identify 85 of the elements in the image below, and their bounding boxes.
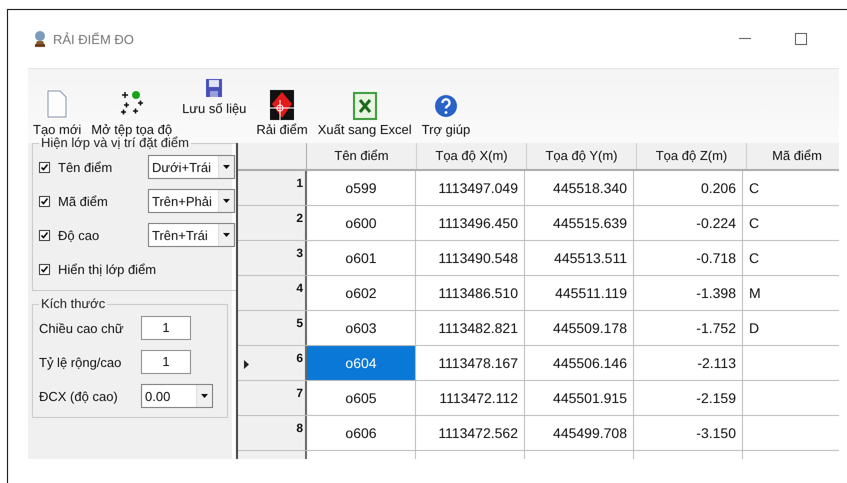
table-cell: 0.206 [634, 171, 743, 205]
table-cell: 1113478.167 [416, 346, 525, 380]
table-cell: 445511.119 [525, 276, 634, 310]
table-cell: o599 [307, 171, 416, 205]
table-cell: C [743, 241, 839, 275]
position-dropdown[interactable]: Dưới+Trái [148, 155, 235, 179]
table-cell: 445518.340 [525, 171, 634, 205]
table-cell: D [743, 311, 839, 345]
table-cell: -0.224 [634, 206, 743, 240]
minimize-icon[interactable] [739, 38, 751, 40]
checkbox[interactable] [39, 230, 50, 240]
position-dropdown[interactable]: Trên+Trái [148, 223, 235, 247]
table-cell: o600 [307, 206, 416, 240]
checkbox-label: Độ cao [58, 228, 100, 242]
table-cell: o603 [307, 311, 416, 345]
table-cell: 445506.146 [525, 346, 634, 380]
table-cell: -0.718 [634, 241, 743, 275]
row-header[interactable]: 7 [238, 381, 307, 415]
checkbox[interactable] [39, 264, 50, 274]
table-cell: -2.113 [634, 346, 743, 380]
group-title: Hiện lớp và vị trí đặt điểm [41, 136, 190, 150]
table-cell: 1113486.510 [416, 276, 525, 310]
input-field[interactable]: 1 [141, 350, 191, 374]
table-cell: 445513.511 [525, 241, 634, 275]
target-icon [270, 90, 294, 120]
table-cell: 1113497.049 [416, 171, 525, 205]
table-cell: o604 [307, 346, 416, 380]
column-header[interactable]: Tọa độ X(m) [417, 143, 527, 169]
maximize-icon[interactable] [795, 33, 807, 45]
row-header[interactable]: 2 [238, 206, 307, 240]
table-cell: C [743, 171, 839, 205]
help-icon [434, 94, 458, 120]
app-globe-icon [33, 30, 47, 48]
table-cell: 445499.708 [525, 416, 634, 450]
table-cell: C [743, 206, 839, 240]
field-label: Tỷ lệ rộng/cao [39, 354, 122, 370]
table-cell: 1113496.450 [416, 206, 525, 240]
window-title: RẢI ĐIỂM ĐO [53, 32, 134, 46]
row-header[interactable]: 4 [238, 276, 307, 310]
row-header[interactable]: 6 [238, 346, 307, 380]
table-cell: 445515.639 [525, 206, 634, 240]
document-icon [47, 90, 68, 118]
checkbox-label: Hiển thị lớp điểm [58, 262, 156, 276]
checkbox-label: Tên điểm [58, 160, 114, 174]
dropdown-arrow-icon [223, 233, 230, 237]
table-cell: o602 [307, 276, 416, 310]
group-title: Kích thước [40, 297, 106, 311]
toolbar-button[interactable]: Rải điểm [251, 69, 313, 143]
height-dropdown[interactable]: 0.00 [141, 384, 213, 408]
dropdown-arrow-icon [201, 394, 208, 398]
column-header[interactable]: Tên điểm [307, 143, 417, 169]
table-cell: 445509.178 [525, 311, 634, 345]
row-header[interactable]: 8 [238, 416, 307, 450]
table-cell: 1113482.821 [416, 311, 525, 345]
table-cell: -3.150 [634, 416, 743, 450]
table-cell: 445501.915 [525, 381, 634, 415]
row-header[interactable]: 5 [238, 311, 307, 345]
checkbox[interactable] [39, 196, 50, 206]
toolbar-button[interactable]: Trợ giúp [416, 69, 476, 143]
toolbar-button[interactable]: Xuất sang Excel [312, 69, 417, 143]
field-label: Chiều cao chữ [39, 320, 125, 336]
column-header[interactable]: Mã điểm [747, 143, 839, 169]
table-cell: 1113490.548 [416, 241, 525, 275]
dropdown-arrow-icon [223, 199, 230, 203]
input-field[interactable]: 1 [141, 316, 191, 340]
table-cell: 1113472.112 [416, 381, 525, 415]
checkbox-label: Mã điểm [58, 194, 109, 208]
current-row-icon [244, 360, 249, 369]
table-cell: o601 [307, 241, 416, 275]
row-header[interactable]: 3 [238, 241, 307, 275]
table-cell: M [743, 276, 839, 310]
table-cell: o606 [307, 416, 416, 450]
field-label: ĐCX (độ cao) [39, 388, 119, 404]
dropdown-arrow-icon [223, 165, 230, 169]
column-header[interactable]: Tọa độ Z(m) [637, 143, 747, 169]
table-cell: -1.398 [634, 276, 743, 310]
column-header[interactable]: Tọa độ Y(m) [527, 143, 637, 169]
row-header[interactable]: 1 [238, 171, 307, 205]
position-dropdown[interactable]: Trên+Phải [148, 189, 235, 213]
checkbox[interactable] [39, 162, 50, 172]
table-cell: -2.159 [634, 381, 743, 415]
table-cell: -1.752 [634, 311, 743, 345]
table-cell: o605 [307, 381, 416, 415]
spreadsheet-icon [352, 92, 377, 120]
table-cell: 1113472.562 [416, 416, 525, 450]
